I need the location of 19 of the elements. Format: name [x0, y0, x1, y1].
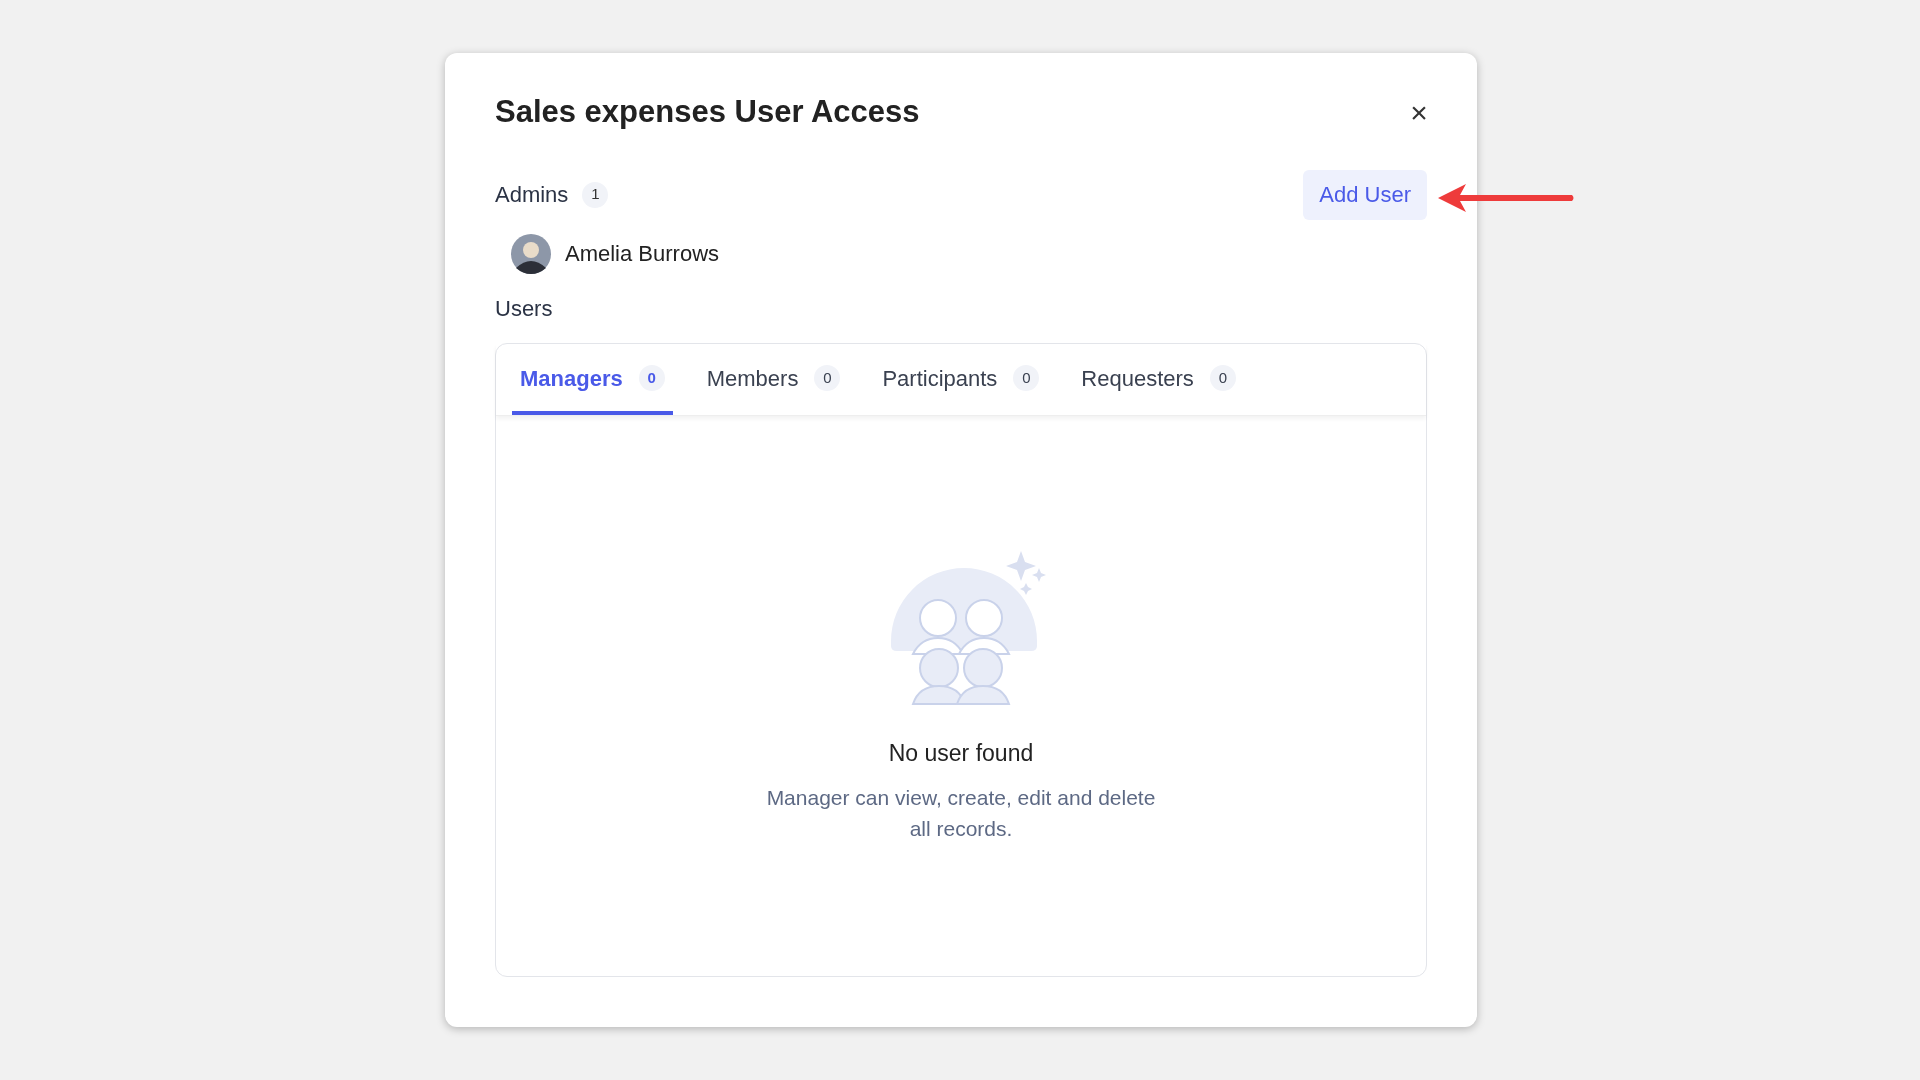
count-badge: 1	[582, 181, 609, 208]
count-badge: 0	[814, 365, 841, 391]
empty-description: Manager can view, create, edit and delete all records.	[766, 785, 1156, 842]
section-label: Admins	[495, 181, 569, 209]
close-button[interactable]: ×	[1401, 94, 1437, 131]
count-badge: 0	[1209, 365, 1236, 391]
add-user-button[interactable]: Add User	[1303, 169, 1427, 220]
count-badge: 0	[1013, 365, 1040, 391]
dialog-title: Sales expenses User Access	[495, 93, 920, 131]
tab[interactable]: Participants 0	[874, 361, 1048, 415]
admin-name: Amelia Burrows	[565, 240, 720, 268]
tab[interactable]: Requesters 0	[1073, 361, 1244, 415]
empty-title: No user found	[888, 738, 1034, 768]
tab[interactable]: Managers 0	[512, 361, 673, 415]
count-badge: 0	[638, 365, 665, 391]
section-label: Users	[495, 294, 554, 323]
tab[interactable]: Members 0	[698, 361, 849, 415]
avatar	[511, 233, 551, 274]
arrow-icon	[1438, 184, 1576, 212]
